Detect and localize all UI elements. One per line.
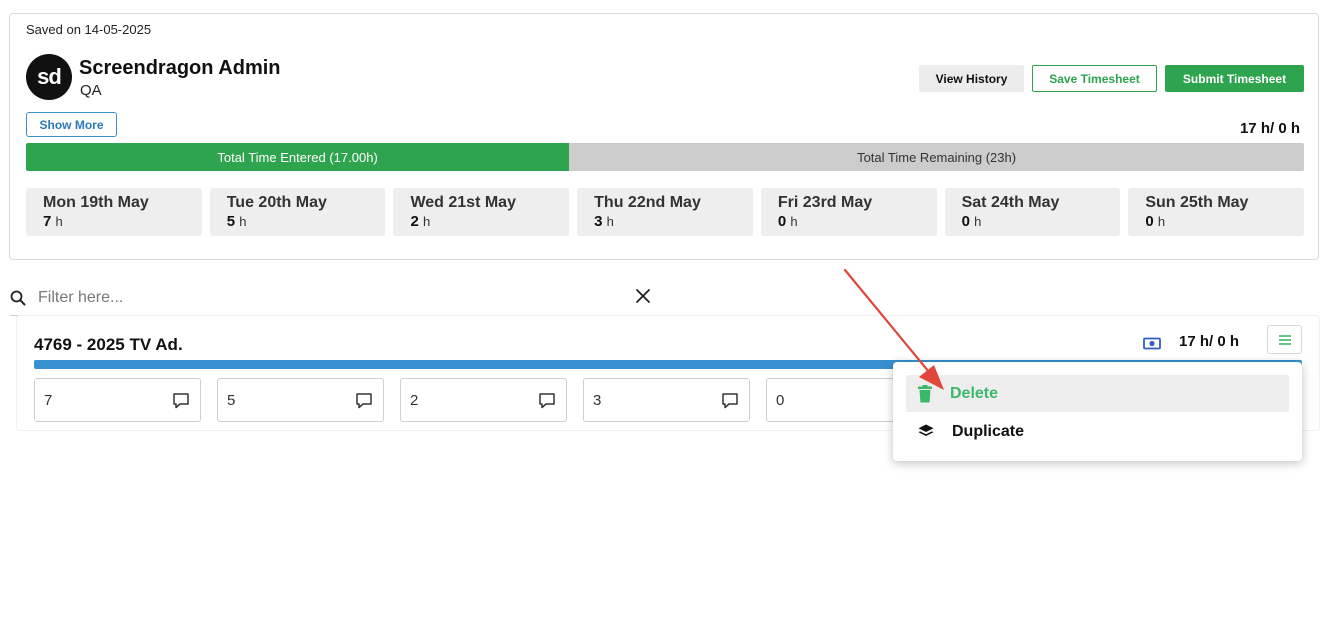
entry-value: 7	[44, 391, 53, 409]
timesheet-header-card: Saved on 14-05-2025 sd Screendragon Admi…	[9, 13, 1319, 260]
day-hours-unit: h	[606, 214, 614, 229]
delete-label: Delete	[950, 384, 999, 402]
day-hours: 0	[777, 213, 787, 230]
time-entered-segment: Total Time Entered (17.00h)	[26, 143, 570, 171]
menu-icon	[1278, 334, 1291, 345]
project-menu-button[interactable]	[1267, 325, 1302, 354]
comment-icon[interactable]	[538, 392, 556, 409]
day-summary-list: Mon 19th May 7 h Tue 20th May 5 h Wed 21…	[26, 188, 1305, 236]
comment-icon[interactable]	[172, 392, 190, 409]
day-name: Sun 25th May	[1145, 194, 1249, 211]
day-summary-tue[interactable]: Tue 20th May 5 h	[209, 188, 386, 236]
filter-input[interactable]	[38, 288, 598, 307]
project-hours: 17 h/ 0 h	[1179, 333, 1240, 350]
duplicate-label: Duplicate	[952, 422, 1025, 440]
time-entry-thu[interactable]: 3	[583, 378, 750, 422]
money-icon	[1143, 337, 1161, 350]
search-icon	[10, 290, 26, 305]
time-entry-wed[interactable]: 2	[400, 378, 567, 422]
day-hours: 7	[43, 213, 52, 230]
day-hours-unit: h	[422, 214, 431, 229]
day-summary-fri[interactable]: Fri 23rd May 0 h	[760, 188, 937, 236]
total-hours: 17 h/ 0 h	[1239, 120, 1300, 137]
trash-icon	[918, 384, 932, 402]
entry-value: 3	[593, 391, 602, 409]
entry-value: 2	[410, 391, 419, 409]
time-entry-list: 7 5 2 3 0	[34, 378, 933, 422]
saved-status: Saved on 14-05-2025	[26, 22, 152, 37]
day-hours-unit: h	[1157, 214, 1166, 229]
day-hours-unit: h	[239, 214, 247, 229]
day-hours: 0	[1145, 213, 1154, 230]
day-hours-unit: h	[790, 214, 798, 229]
day-name: Mon 19th May	[43, 194, 149, 211]
day-hours: 0	[961, 213, 970, 230]
day-summary-thu[interactable]: Thu 22nd May 3 h	[577, 188, 753, 236]
submit-timesheet-button[interactable]: Submit Timesheet	[1165, 65, 1304, 92]
filter-bar	[10, 280, 665, 316]
day-name: Thu 22nd May	[594, 194, 701, 211]
comment-icon[interactable]	[721, 392, 739, 409]
duplicate-menu-item[interactable]: Duplicate	[906, 413, 1289, 450]
day-summary-sat[interactable]: Sat 24th May 0 h	[944, 188, 1121, 236]
user-role: QA	[80, 82, 102, 99]
day-hours-unit: h	[55, 214, 63, 229]
day-name: Wed 21st May	[410, 194, 516, 211]
entry-value: 0	[776, 391, 785, 409]
save-timesheet-button[interactable]: Save Timesheet	[1032, 65, 1157, 92]
day-hours-unit: h	[974, 214, 982, 229]
time-entry-mon[interactable]: 7	[34, 378, 201, 422]
day-summary-wed[interactable]: Wed 21st May 2 h	[393, 188, 570, 236]
user-name: Screendragon Admin	[79, 57, 281, 79]
day-name: Tue 20th May	[226, 194, 327, 211]
avatar: sd	[26, 54, 72, 100]
day-hours: 5	[226, 213, 236, 230]
comment-icon[interactable]	[355, 392, 373, 409]
view-history-button[interactable]: View History	[919, 65, 1024, 92]
close-icon[interactable]	[633, 286, 653, 306]
entry-value: 5	[227, 391, 236, 409]
day-summary-mon[interactable]: Mon 19th May 7 h	[26, 188, 202, 236]
layers-icon	[918, 424, 934, 436]
project-actions-menu: Delete Duplicate	[893, 362, 1302, 461]
show-more-button[interactable]: Show More	[26, 112, 117, 137]
day-hours: 3	[594, 213, 603, 230]
time-remaining-segment: Total Time Remaining (23h)	[569, 143, 1304, 171]
time-entry-tue[interactable]: 5	[217, 378, 384, 422]
day-name: Fri 23rd May	[777, 194, 873, 211]
day-name: Sat 24th May	[961, 194, 1060, 211]
day-hours: 2	[410, 213, 419, 230]
project-title: 4769 - 2025 TV Ad.	[34, 335, 183, 354]
day-summary-sun[interactable]: Sun 25th May 0 h	[1128, 188, 1305, 236]
time-progress-bar: Total Time Entered (17.00h) Total Time R…	[26, 143, 1304, 171]
delete-menu-item[interactable]: Delete	[906, 375, 1289, 412]
